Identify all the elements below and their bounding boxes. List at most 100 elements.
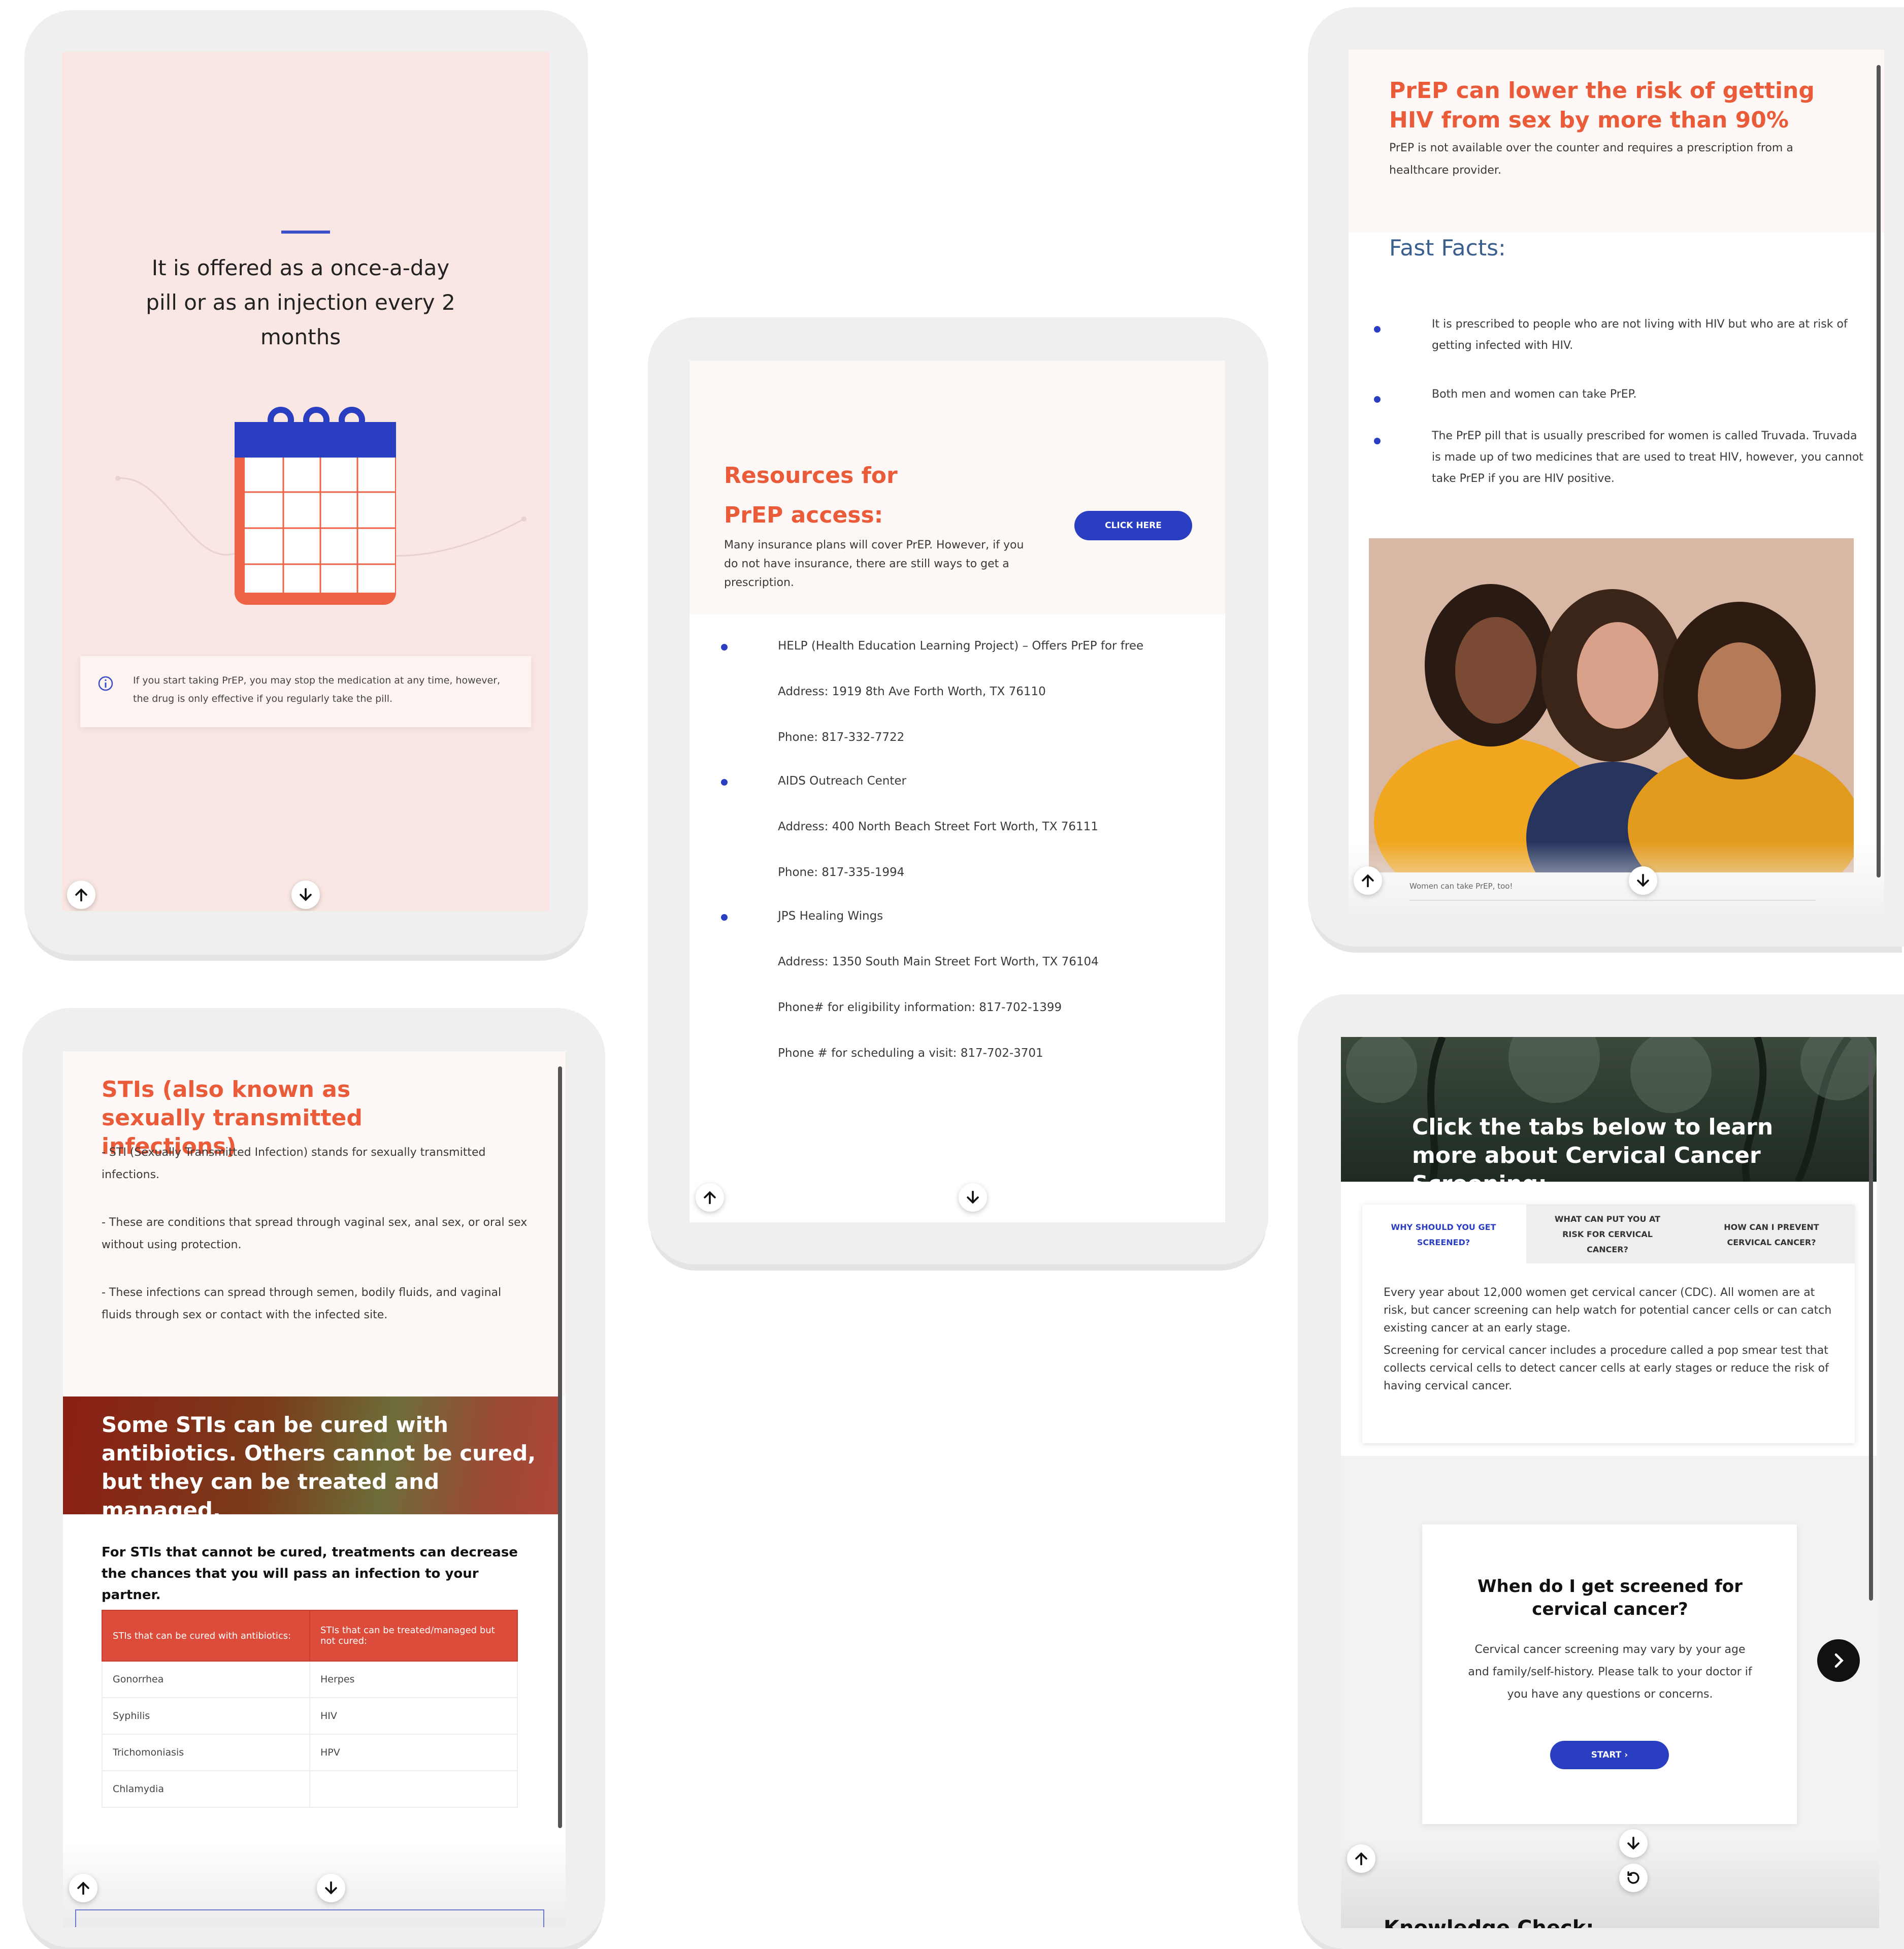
arrow-up-icon: [1362, 874, 1374, 888]
prev-button[interactable]: [1347, 1844, 1375, 1873]
info-text: If you start taking PrEP, you may stop t…: [133, 675, 501, 704]
replay-icon: [1627, 1871, 1639, 1884]
resource-line: Address: 1919 8th Ave Forth Worth, TX 76…: [778, 685, 1046, 698]
tablet-frame-prep-resources: Resources for PrEP access: Many insuranc…: [648, 317, 1268, 1264]
table-row: Trichomoniasis HPV: [102, 1734, 518, 1771]
facts-title: PrEP can lower the risk of getting HIV f…: [1389, 78, 1815, 133]
slide-title: It is offered as a once-a-day pill or as…: [146, 255, 455, 349]
resource-name: HELP (Health Education Learning Project)…: [778, 639, 1144, 653]
table-cell: Gonorrhea: [102, 1661, 310, 1698]
bullet-dot: [721, 914, 728, 921]
sti-table: STIs that can be cured with antibiotics:…: [102, 1610, 518, 1808]
resources-description: Many insurance plans will cover PrEP. Ho…: [724, 539, 1024, 589]
table-cell: Chlamydia: [102, 1770, 310, 1808]
slide-screen: STIs (also known as sexually transmitted…: [63, 1051, 566, 1927]
slide-screen: It is offered as a once-a-day pill or as…: [62, 52, 549, 911]
tab-paragraph: Screening for cervical cancer includes a…: [1384, 1344, 1829, 1392]
tab-risk-factors[interactable]: WHAT CAN PUT YOU AT RISK FOR CERVICAL CA…: [1526, 1205, 1690, 1263]
next-button[interactable]: [317, 1874, 345, 1902]
women-photo: [1369, 538, 1854, 872]
next-section-heading: Knowledge Check:: [1384, 1916, 1594, 1928]
tablet-frame-prep-pill: It is offered as a once-a-day pill or as…: [24, 10, 588, 955]
photo-caption: Women can take PrEP, too!: [1409, 882, 1513, 891]
cure-note: For STIs that cannot be cured, treatment…: [102, 1545, 518, 1603]
click-here-button[interactable]: CLICK HERE: [1074, 511, 1192, 540]
prev-button[interactable]: [1354, 866, 1382, 895]
resource-line: Address: 400 North Beach Street Fort Wor…: [778, 820, 1098, 833]
fact-item: It is prescribed to people who are not l…: [1432, 318, 1848, 352]
chevron-right-icon: [1834, 1653, 1844, 1668]
info-callout: If you start taking PrEP, you may stop t…: [80, 656, 531, 727]
stis-paragraph: - STI (Sexually Transmitted Infection) s…: [102, 1146, 486, 1181]
tab-label: WHAT CAN PUT YOU AT RISK FOR CERVICAL CA…: [1554, 1214, 1661, 1254]
arrow-up-icon: [704, 1191, 716, 1205]
arrow-up-icon: [1355, 1852, 1367, 1866]
resource-line: Address: 1350 South Main Street Fort Wor…: [778, 955, 1099, 968]
slide-screen: Resources for PrEP access: Many insuranc…: [690, 361, 1225, 1222]
resources-title: Resources for PrEP access:: [724, 463, 898, 528]
stis-paragraph: - These infections can spread through se…: [102, 1286, 502, 1321]
arrow-up-icon: [75, 888, 87, 902]
start-button[interactable]: START ›: [1550, 1741, 1669, 1769]
tab-label: HOW CAN I PREVENT CERVICAL CANCER?: [1724, 1222, 1819, 1247]
scrollbar[interactable]: [1869, 1052, 1873, 1601]
start-label: START: [1591, 1750, 1622, 1760]
table-cell: Syphilis: [102, 1697, 310, 1735]
prev-button[interactable]: [69, 1874, 97, 1902]
tab-why-screened[interactable]: WHY SHOULD YOU GET SCREENED?: [1362, 1205, 1526, 1263]
photo-caption-bar: [1349, 842, 1884, 914]
scrollbar[interactable]: [558, 1066, 562, 1828]
bullet-dot: [1374, 326, 1381, 333]
stis-paragraph: - These are conditions that spread throu…: [102, 1216, 528, 1251]
next-section-box: [75, 1909, 544, 1927]
resource-name: JPS Healing Wings: [778, 909, 883, 923]
arrow-down-icon: [1627, 1836, 1639, 1850]
fast-facts-heading: Fast Facts:: [1389, 235, 1506, 261]
tablet-frame-prep-facts: PrEP can lower the risk of getting HIV f…: [1308, 7, 1904, 947]
resource-name: AIDS Outreach Center: [778, 774, 906, 788]
bullet-dot: [1374, 396, 1381, 403]
table-cell: Trichomoniasis: [102, 1734, 310, 1771]
next-button[interactable]: [1629, 866, 1657, 895]
tab-prevention[interactable]: HOW CAN I PREVENT CERVICAL CANCER?: [1690, 1205, 1855, 1263]
table-cell: [309, 1770, 518, 1808]
table-header: STIs that can be treated/managed but not…: [309, 1610, 518, 1662]
tab-label: WHY SHOULD YOU GET SCREENED?: [1391, 1222, 1496, 1247]
next-button[interactable]: [291, 881, 320, 909]
facts-subtitle: PrEP is not available over the counter a…: [1389, 142, 1793, 177]
tablet-frame-stis: STIs (also known as sexually transmitted…: [22, 1008, 605, 1947]
next-button[interactable]: [1619, 1829, 1648, 1858]
cure-banner-text: Some STIs can be cured with antibiotics.…: [102, 1412, 536, 1522]
fact-item: The PrEP pill that is usually prescribed…: [1432, 430, 1863, 485]
slide-screen: PrEP can lower the risk of getting HIV f…: [1349, 50, 1884, 914]
replay-button[interactable]: [1619, 1864, 1648, 1892]
table-cell: Herpes: [309, 1661, 518, 1698]
carousel-next-button[interactable]: [1817, 1639, 1860, 1682]
bullet-dot: [721, 644, 728, 651]
next-button[interactable]: [959, 1183, 987, 1212]
arrow-down-icon: [300, 888, 312, 901]
caption-underline: [1409, 900, 1816, 901]
table-row: Gonorrhea Herpes: [102, 1661, 518, 1698]
table-row: Syphilis HIV: [102, 1697, 518, 1735]
prev-button[interactable]: [696, 1183, 724, 1212]
info-icon: [98, 676, 113, 691]
prev-button[interactable]: [67, 881, 95, 909]
resource-line: Phone: 817-332-7722: [778, 731, 905, 744]
calendar-icon: [235, 407, 396, 605]
table-row: Chlamydia: [102, 1770, 518, 1808]
arrow-up-icon: [77, 1881, 89, 1895]
resource-line: Phone: 817-335-1994: [778, 866, 905, 879]
resource-line: Phone # for scheduling a visit: 817-702-…: [778, 1047, 1043, 1060]
table-cell: HIV: [309, 1697, 518, 1735]
tab-paragraph: Every year about 12,000 women get cervic…: [1384, 1286, 1832, 1335]
table-cell: HPV: [309, 1734, 518, 1771]
resource-line: Phone# for eligibility information: 817-…: [778, 1001, 1062, 1014]
arrow-down-icon: [325, 1881, 337, 1895]
slide-screen: Click the tabs below to learn more about…: [1341, 1037, 1879, 1928]
chevron-right-icon: ›: [1624, 1750, 1628, 1760]
arrow-down-icon: [967, 1190, 979, 1204]
scrollbar[interactable]: [1877, 65, 1881, 878]
bullet-dot: [721, 779, 728, 786]
card-title: When do I get screened for cervical canc…: [1478, 1576, 1743, 1619]
